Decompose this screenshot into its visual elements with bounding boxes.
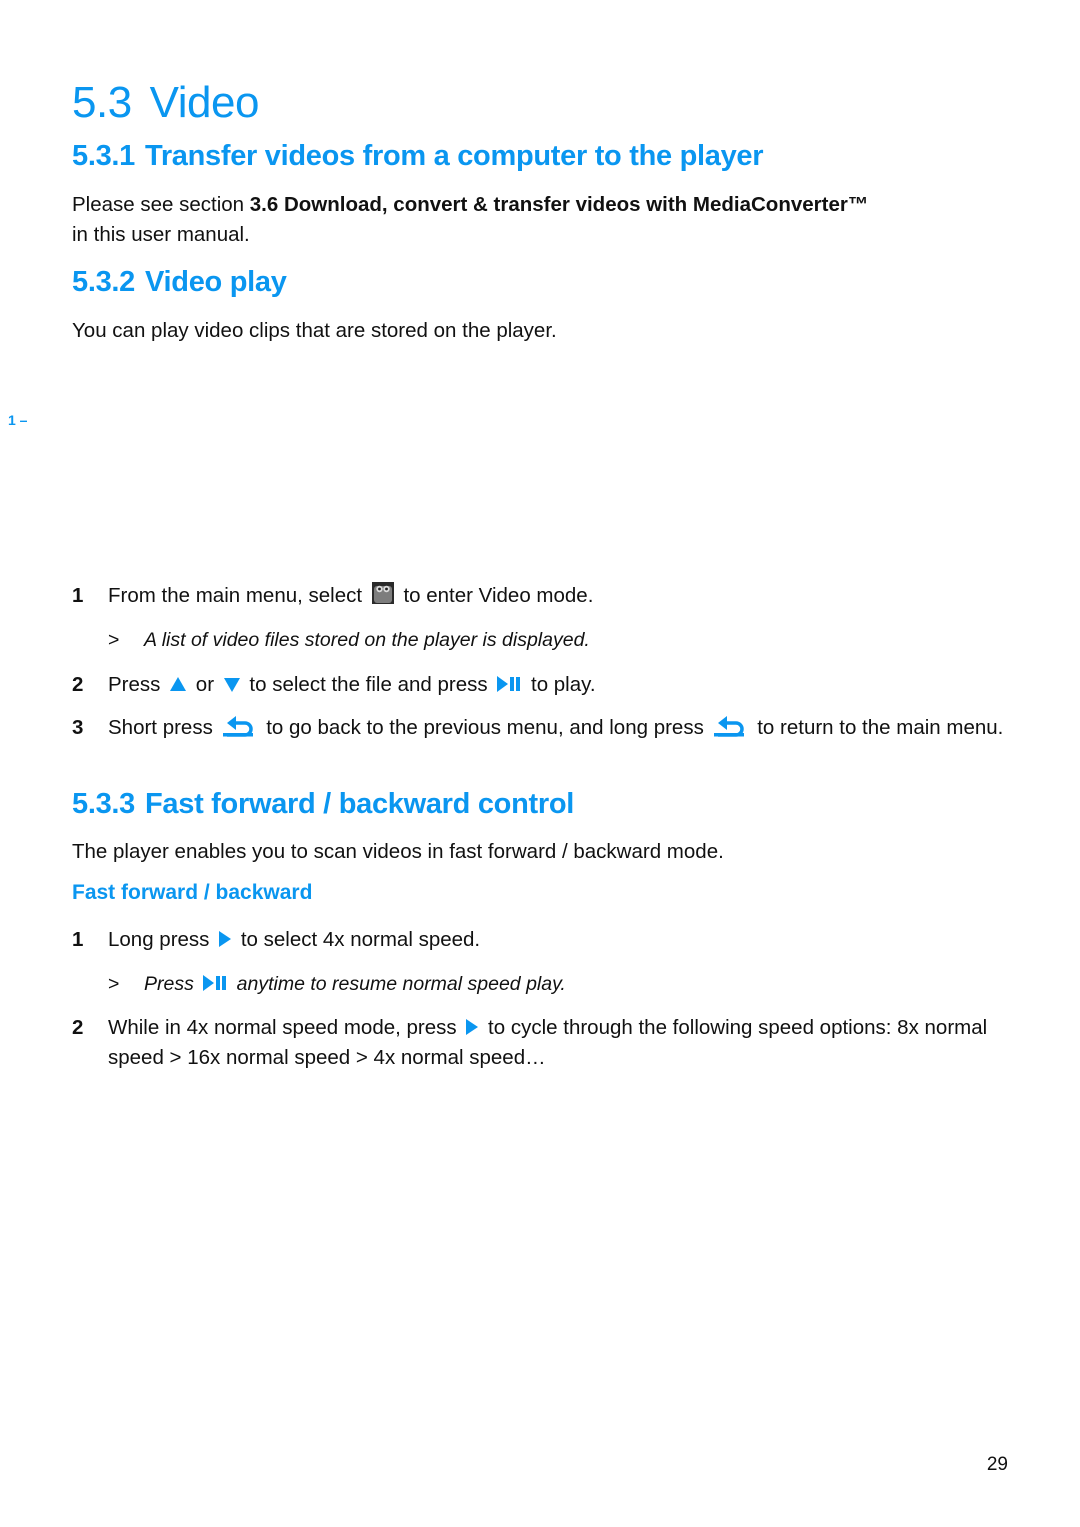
text: Press: [108, 673, 167, 696]
text: to play.: [525, 673, 596, 696]
figure-callout-marker: 1 –: [8, 412, 28, 428]
step-text: Press or to select the file and press to…: [108, 670, 1012, 700]
right-arrow-icon: [219, 931, 232, 948]
subsection-5-3-3-heading: 5.3.3 Fast forward / backward control: [72, 788, 574, 821]
subsection-title: Fast forward / backward control: [145, 788, 575, 820]
ff-step-1-result: > Press anytime to resume normal speed pl…: [108, 970, 1008, 998]
subsection-number: 5.3.2: [72, 266, 135, 298]
up-arrow-icon: [170, 676, 187, 691]
step-text: While in 4x normal speed mode, press to …: [108, 1013, 1012, 1073]
video-play-intro: You can play video clips that are stored…: [72, 319, 557, 342]
text: While in 4x normal speed mode, press: [108, 1016, 463, 1039]
step-number: 1: [72, 584, 84, 607]
text: From the main menu, select: [108, 584, 368, 607]
text: to return to the main menu.: [751, 716, 1004, 739]
section-title-text: Video: [149, 78, 260, 127]
text: or: [190, 673, 220, 696]
subsection-title: Transfer videos from a computer to the p…: [145, 140, 764, 172]
step-1-result: > A list of video files stored on the pla…: [108, 626, 1008, 654]
subsection-number: 5.3.3: [72, 788, 135, 820]
play-pause-icon: [497, 675, 521, 692]
step-number: 3: [72, 716, 84, 739]
step-1: 1 From the main menu, select to enter Vi…: [72, 581, 1012, 612]
transfer-paragraph: Please see section 3.6 Download, convert…: [72, 190, 1012, 250]
subsection-title: Video play: [145, 266, 287, 298]
subsection-number: 5.3.1: [72, 140, 135, 172]
text: to go back to the previous menu, and lon…: [260, 716, 710, 739]
video-icon: [371, 581, 394, 604]
step-number: 2: [72, 673, 84, 696]
back-icon: [713, 715, 748, 737]
subsection-5-3-2-heading: 5.3.2 Video play: [72, 266, 287, 299]
result-text: A list of video files stored on the play…: [144, 629, 590, 651]
text: Short press: [108, 716, 219, 739]
text: in this user manual.: [72, 223, 250, 246]
fast-forward-subheading: Fast forward / backward: [72, 881, 313, 904]
fast-forward-intro: The player enables you to scan videos in…: [72, 840, 724, 863]
result-text: Press: [144, 973, 200, 995]
step-number: 1: [72, 928, 84, 951]
ff-step-1: 1 Long press to select 4x normal speed.: [72, 925, 1012, 955]
back-icon: [222, 715, 257, 737]
section-reference-link[interactable]: 3.6 Download, convert & transfer videos …: [250, 193, 869, 216]
result-marker: >: [108, 973, 120, 995]
play-pause-icon: [203, 974, 227, 991]
step-2: 2 Press or to select the file and press …: [72, 670, 1012, 700]
step-text: Long press to select 4x normal speed.: [108, 925, 1012, 955]
text: to enter Video mode.: [397, 584, 594, 607]
section-number: 5.3: [72, 78, 132, 127]
text: Long press: [108, 928, 216, 951]
step-text: From the main menu, select to enter Vide…: [108, 581, 1012, 612]
step-3: 3 Short press to go back to the previous…: [72, 713, 1012, 743]
step-number: 2: [72, 1016, 84, 1039]
result-marker: >: [108, 629, 120, 651]
step-text: Short press to go back to the previous m…: [108, 713, 1012, 743]
section-title: 5.3 Video: [72, 78, 259, 128]
result-text: anytime to resume normal speed play.: [231, 973, 566, 995]
text: to select the file and press: [243, 673, 494, 696]
subsection-5-3-1-heading: 5.3.1 Transfer videos from a computer to …: [72, 140, 764, 173]
page-number: 29: [986, 1454, 1008, 1475]
ff-step-2: 2 While in 4x normal speed mode, press t…: [72, 1013, 1012, 1073]
text: Please see section: [72, 193, 250, 216]
right-arrow-icon: [466, 1019, 479, 1036]
text: to select 4x normal speed.: [235, 928, 481, 951]
down-arrow-icon: [223, 677, 240, 692]
